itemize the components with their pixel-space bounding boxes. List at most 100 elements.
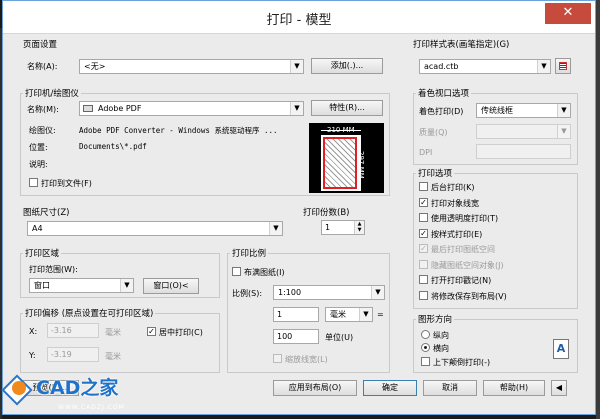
chevron-down-icon: ▼ xyxy=(557,104,570,117)
style-table-title: 打印样式表(画笔指定)(G) xyxy=(411,38,512,50)
ok-button[interactable]: 确定 xyxy=(363,380,417,396)
scale-value1-input[interactable]: 1 xyxy=(273,307,319,322)
watermark-badge-ring xyxy=(12,381,26,395)
scale-value2-input[interactable]: 100 xyxy=(273,329,319,344)
print-to-file-label: 打印到文件(F) xyxy=(41,179,92,188)
plot-option-label: 隐藏图纸空间对象(J) xyxy=(431,260,504,270)
add-page-setup-button[interactable]: 添加(.)... xyxy=(311,58,383,74)
paper-size-select[interactable]: A4 ▼ xyxy=(27,221,283,236)
plot-option-label: 打印对象线宽 xyxy=(431,198,479,208)
paper-preview: 210 MM 297 MM xyxy=(309,123,384,193)
plot-options-title: 打印选项 xyxy=(416,167,455,179)
apply-to-layout-button[interactable]: 应用到布局(O) xyxy=(273,380,357,396)
portrait-radio[interactable] xyxy=(421,330,430,339)
plot-option-label: 打开打印戳记(N) xyxy=(431,276,492,285)
center-plot-checkbox[interactable]: ✓ xyxy=(147,327,156,336)
style-table-select[interactable]: acad.ctb ▼ xyxy=(419,59,551,74)
preview-width-line xyxy=(321,130,361,131)
landscape-orientation-icon: A xyxy=(553,339,569,359)
fit-to-paper-label: 布满图纸(I) xyxy=(244,268,285,277)
dialog-title: 打印 - 模型 xyxy=(266,13,332,28)
paper-size-title: 图纸尺寸(Z) xyxy=(21,206,72,218)
page-setup-name-select[interactable]: <无> ▼ xyxy=(79,59,304,74)
equals-sign: = xyxy=(377,310,384,319)
scale-value: 1:100 xyxy=(278,288,302,297)
landscape-label: 横向 xyxy=(433,344,449,353)
properties-button[interactable]: 特性(R)... xyxy=(311,100,383,116)
printer-group-title: 打印机/绘图仪 xyxy=(23,87,81,99)
shade-plot-select[interactable]: 传统线框 ▼ xyxy=(476,103,571,118)
close-icon: ✕ xyxy=(562,5,574,20)
edit-icon xyxy=(559,62,567,70)
plot-option-label: 后台打印(K) xyxy=(431,183,475,192)
printer-name-select[interactable]: Adobe PDF ▼ xyxy=(79,101,304,116)
plot-scale-title: 打印比例 xyxy=(230,247,269,259)
plot-option-label: 将修改保存到布局(V) xyxy=(431,291,507,301)
scale-label: 比例(S): xyxy=(232,289,263,298)
background-line xyxy=(596,0,600,419)
quality-select[interactable]: ▼ xyxy=(476,124,571,139)
plot-option-checkbox[interactable] xyxy=(419,182,428,191)
chevron-down-icon: ▼ xyxy=(269,222,282,235)
shaded-viewport-title: 着色视口选项 xyxy=(416,87,472,99)
offset-y-unit: 毫米 xyxy=(105,352,121,361)
landscape-radio[interactable] xyxy=(421,343,430,352)
chevron-down-icon: ▼ xyxy=(290,102,303,115)
dpi-input[interactable] xyxy=(476,144,571,159)
printer-name-label: 名称(M): xyxy=(27,105,59,114)
page-setup-name-value: <无> xyxy=(84,62,106,71)
description-label: 说明: xyxy=(29,160,48,169)
help-button[interactable]: 帮助(H) xyxy=(483,380,545,396)
plot-option-label: 按样式打印(E) xyxy=(431,229,483,239)
offset-x-unit: 毫米 xyxy=(105,328,121,337)
plot-option-checkbox[interactable] xyxy=(419,259,428,269)
scale-lineweights-checkbox[interactable] xyxy=(273,354,282,363)
upside-down-checkbox[interactable] xyxy=(421,357,430,366)
plot-option-checkbox[interactable]: ✓ xyxy=(419,197,428,207)
plot-option-checkbox[interactable] xyxy=(419,213,428,222)
scale-lineweights-label: 缩放线宽(L) xyxy=(285,355,328,364)
dpi-label: DPI xyxy=(419,148,433,157)
upside-down-label: 上下颠倒打印(-) xyxy=(433,358,491,367)
collapse-options-button[interactable]: ◀ xyxy=(551,380,567,396)
watermark-brand: CAD之家 xyxy=(36,377,119,399)
quality-label: 质量(Q) xyxy=(419,128,448,137)
window-select-button[interactable]: 窗口(O)< xyxy=(143,278,199,294)
offset-x-label: X: xyxy=(29,327,38,336)
printer-icon xyxy=(83,105,93,112)
offset-y-input[interactable]: -3.19 xyxy=(47,347,99,362)
plot-offset-title: 打印偏移 (原点设置在可打印区域) xyxy=(23,307,156,319)
plot-option-checkbox[interactable]: ✓ xyxy=(419,228,428,238)
scale-select[interactable]: 1:100 ▼ xyxy=(273,285,385,300)
edit-style-table-button[interactable] xyxy=(555,58,571,74)
plot-option-checkbox[interactable] xyxy=(419,290,428,300)
plot-options-group xyxy=(413,173,578,309)
plot-range-select[interactable]: 窗口 ▼ xyxy=(29,278,134,293)
offset-x-input[interactable]: -3.16 xyxy=(47,323,99,338)
copies-input[interactable]: 1 ▲ ▼ xyxy=(321,220,365,235)
chevron-down-icon: ▼ xyxy=(120,279,133,292)
offset-y-label: Y: xyxy=(29,351,36,360)
center-plot-label: 居中打印(C) xyxy=(159,328,203,337)
style-table-value: acad.ctb xyxy=(424,62,459,71)
scale-unit-value: 毫米 xyxy=(330,310,346,319)
watermark-logo: CAD之家 WWW.CADZJ.COM xyxy=(0,371,150,419)
location-label: 位置: xyxy=(29,143,48,152)
cancel-button[interactable]: 取消 xyxy=(423,380,477,396)
printer-name-value: Adobe PDF xyxy=(98,104,142,113)
plot-area-title: 打印区域 xyxy=(23,247,62,259)
plot-option-checkbox[interactable] xyxy=(419,275,428,284)
close-button[interactable]: ✕ xyxy=(545,3,591,24)
page-setup-title: 页面设置 xyxy=(21,38,60,50)
copies-title: 打印份数(B) xyxy=(301,206,352,218)
copies-value: 1 xyxy=(325,223,331,232)
print-to-file-checkbox[interactable] xyxy=(29,178,38,187)
shade-plot-value: 传统线框 xyxy=(481,106,513,115)
plot-option-checkbox[interactable]: ✓ xyxy=(419,244,428,253)
spinner-arrows-icon: ▲ ▼ xyxy=(354,221,364,234)
title-bar: 打印 - 模型 ✕ xyxy=(3,1,595,34)
chevron-down-icon: ▼ xyxy=(359,308,372,321)
plot-range-label: 打印范围(W): xyxy=(29,265,78,274)
fit-to-paper-checkbox[interactable] xyxy=(232,267,241,276)
scale-unit-select[interactable]: 毫米 ▼ xyxy=(325,307,373,322)
